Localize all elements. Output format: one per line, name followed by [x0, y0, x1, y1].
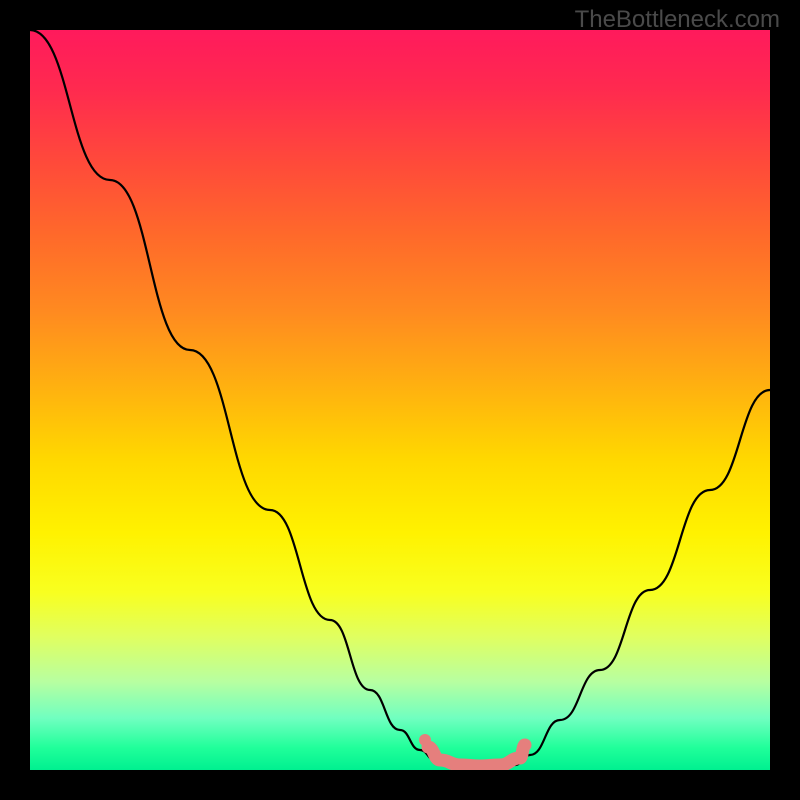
watermark-text: TheBottleneck.com: [575, 6, 780, 34]
curve-right: [515, 390, 770, 765]
chart-svg: [30, 30, 770, 770]
marker-dot: [419, 734, 431, 746]
plot-area: [30, 30, 770, 770]
basin-mask: [428, 745, 525, 766]
curve-left: [30, 30, 445, 765]
